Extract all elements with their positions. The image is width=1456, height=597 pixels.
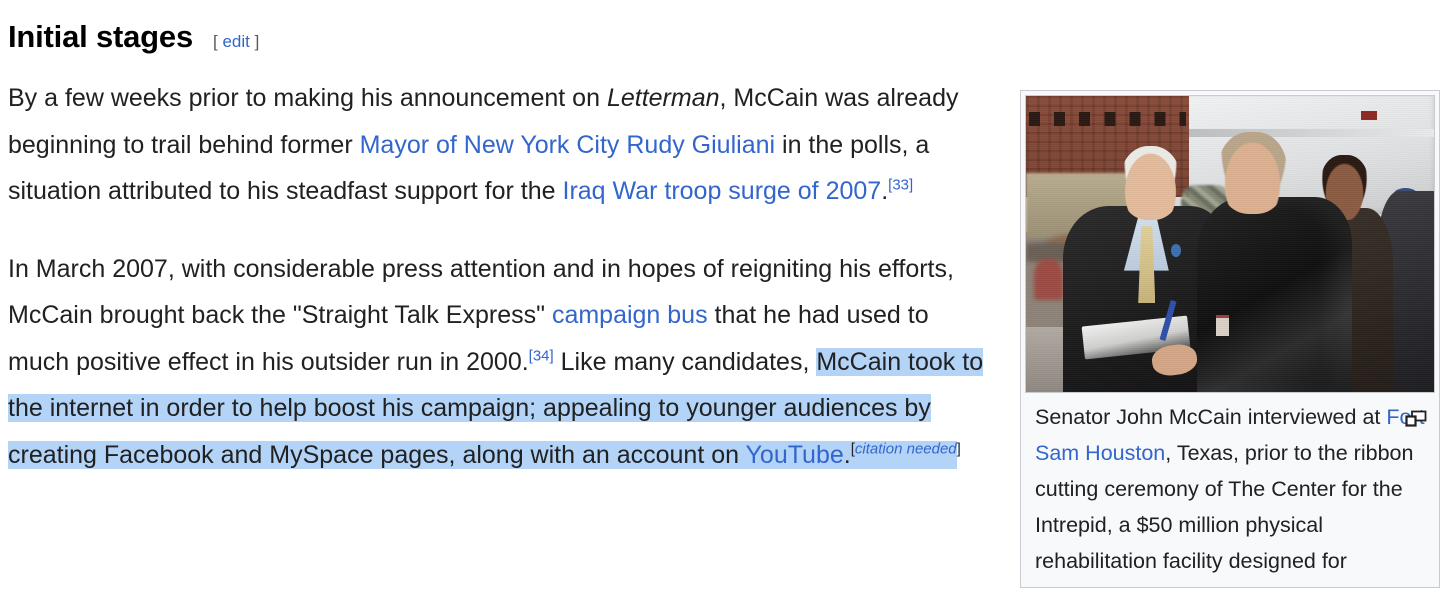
citation-ref-33[interactable]: [33] — [888, 177, 913, 194]
link-youtube[interactable]: YouTube — [746, 441, 844, 469]
photo-interviewer-press-badge — [1215, 315, 1229, 336]
paragraph-2: In March 2007, with considerable press a… — [8, 246, 988, 479]
edit-close-bracket: ] — [254, 32, 260, 51]
section-heading-row: Initial stages [ edit ] — [8, 18, 1000, 55]
edit-open-bracket: [ — [213, 32, 218, 51]
link-campaign-bus[interactable]: campaign bus — [552, 301, 708, 329]
p2-text-3: Like many candidates, — [553, 347, 817, 376]
photo-tent-edge — [1172, 128, 1434, 138]
paragraph-1: By a few weeks prior to making his annou… — [8, 75, 988, 215]
image-frame[interactable] — [1025, 95, 1435, 393]
link-rudy-giuliani[interactable]: Mayor of New York City Rudy Giuliani — [360, 131, 775, 159]
p1-italic-letterman: Letterman — [606, 84, 720, 113]
link-iraq-war-troop-surge[interactable]: Iraq War troop surge of 2007 — [563, 177, 882, 205]
enlarge-icon[interactable] — [1405, 403, 1427, 427]
citation-needed-tag[interactable]: [citation needed — [851, 440, 957, 457]
photo-building-windows — [1029, 112, 1186, 127]
edit-section-link[interactable]: edit — [222, 32, 249, 51]
photo-tent-marking — [1360, 110, 1377, 120]
image-caption: Senator John McCain interviewed at Fort … — [1025, 393, 1435, 583]
edit-section-container: [ edit ] — [213, 32, 259, 52]
caption-text-1: Senator John McCain interviewed at — [1035, 405, 1387, 429]
cn-close-bracket: ] — [956, 440, 961, 458]
article-body: Initial stages [ edit ] By a few weeks p… — [0, 0, 1000, 478]
photo-mccain-head — [1119, 146, 1182, 221]
photo-interviewer-leather-jacket — [1197, 196, 1353, 392]
citation-ref-33-link[interactable]: [33] — [888, 177, 913, 194]
p1-text-1: By a few weeks prior to making his annou… — [8, 84, 607, 113]
photo-interviewer-head — [1217, 131, 1288, 215]
p2-selected-text-2: . — [843, 440, 851, 469]
citation-needed-close: ] — [957, 440, 961, 457]
citation-ref-34[interactable]: [34] — [529, 347, 554, 364]
image-thumbnail-box: Senator John McCain interviewed at Fort … — [1020, 90, 1440, 588]
photo-john-mccain-interview[interactable] — [1026, 96, 1434, 392]
citation-ref-34-link[interactable]: [34] — [529, 347, 554, 364]
citation-needed-link[interactable]: citation needed — [855, 440, 957, 457]
page-title: Initial stages — [8, 19, 193, 54]
photo-crowd-red-coat — [1034, 258, 1063, 301]
